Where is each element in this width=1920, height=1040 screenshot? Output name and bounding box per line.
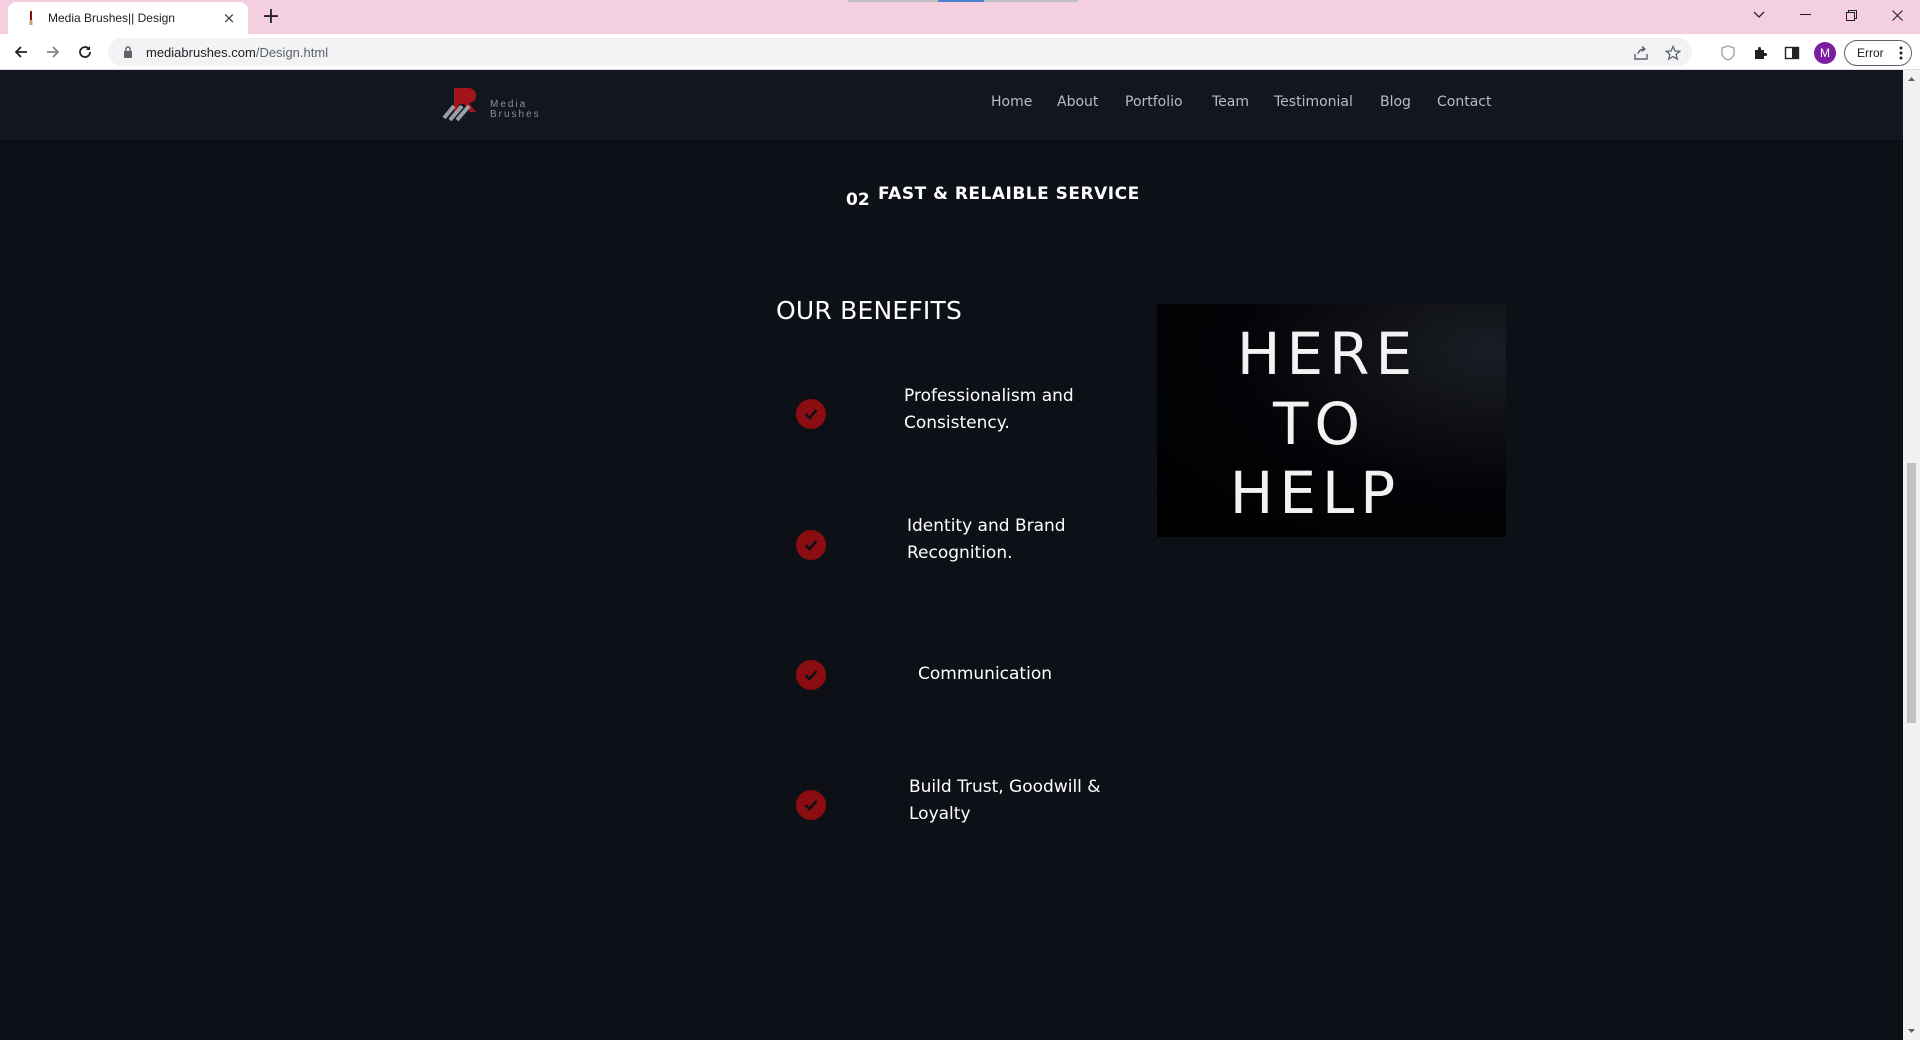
nav-testimonial[interactable]: Testimonial xyxy=(1274,94,1353,110)
service-title: FAST & RELAIBLE SERVICE xyxy=(878,184,1140,204)
service-number: 02 xyxy=(846,190,870,210)
close-window-icon[interactable] xyxy=(1874,0,1920,30)
benefit-line1: Professionalism and xyxy=(904,386,1074,406)
minimize-icon[interactable] xyxy=(1782,0,1828,30)
bookmark-star-icon[interactable] xyxy=(1664,44,1682,62)
reload-icon[interactable] xyxy=(72,39,98,65)
check-icon xyxy=(796,660,826,690)
shield-extension-icon[interactable] xyxy=(1718,43,1738,63)
tab-strip-indicator xyxy=(984,0,1078,2)
vertical-scrollbar[interactable] xyxy=(1903,70,1920,1040)
tab-strip-indicator xyxy=(848,0,938,2)
site-logo[interactable]: Media Brushes xyxy=(440,84,550,124)
nav-team[interactable]: Team xyxy=(1212,94,1249,110)
check-icon xyxy=(796,399,826,429)
tab-title: Media Brushes|| Design xyxy=(48,11,175,25)
tab-strip-indicator-active xyxy=(938,0,984,2)
logo-text: Media Brushes xyxy=(490,100,541,120)
benefit-line1: Communication xyxy=(918,664,1052,684)
close-tab-icon[interactable]: × xyxy=(220,9,238,27)
side-panel-icon[interactable] xyxy=(1782,43,1802,63)
logo-text-line2: Brushes xyxy=(490,109,541,120)
browser-tab-bar: Media Brushes|| Design × + xyxy=(0,0,1920,34)
benefit-text: Build Trust, Goodwill & Loyalty xyxy=(909,774,1101,828)
web-page: Media Brushes Home About Portfolio Team … xyxy=(0,70,1903,1040)
check-icon xyxy=(796,530,826,560)
puzzle-extensions-icon[interactable] xyxy=(1750,43,1770,63)
nav-contact[interactable]: Contact xyxy=(1437,94,1491,110)
sync-error-label: Error xyxy=(1857,46,1884,60)
benefit-text: Identity and Brand Recognition. xyxy=(907,513,1066,567)
check-icon xyxy=(796,790,826,820)
benefit-line1: Build Trust, Goodwill & xyxy=(909,777,1101,797)
benefit-line2: Recognition. xyxy=(907,543,1013,563)
nav-blog[interactable]: Blog xyxy=(1380,94,1411,110)
tab-search-chevron-icon[interactable] xyxy=(1736,0,1782,30)
url-host: mediabrushes.com xyxy=(146,44,256,60)
benefit-text: Communication xyxy=(918,661,1052,688)
back-arrow-icon[interactable] xyxy=(8,39,34,65)
nav-portfolio[interactable]: Portfolio xyxy=(1125,94,1183,110)
new-tab-button[interactable]: + xyxy=(258,4,284,30)
benefit-text: Professionalism and Consistency. xyxy=(904,383,1074,437)
url-path: /Design.html xyxy=(255,44,329,60)
here-to-help-image: HERE TO HELP xyxy=(1157,304,1506,537)
browser-toolbar: mediabrushes.com/Design.html M Error xyxy=(0,34,1920,70)
scroll-down-arrow-icon[interactable] xyxy=(1907,1026,1916,1036)
address-bar[interactable]: mediabrushes.com/Design.html xyxy=(108,38,1692,66)
scrollbar-thumb[interactable] xyxy=(1907,463,1916,723)
image-text-line: TO xyxy=(1272,390,1367,458)
more-menu-icon[interactable] xyxy=(1899,46,1903,63)
nav-home[interactable]: Home xyxy=(991,94,1032,110)
restore-icon[interactable] xyxy=(1828,0,1874,30)
image-text-line: HERE xyxy=(1236,320,1419,388)
media-brushes-logo-icon xyxy=(442,88,476,122)
sync-error-button[interactable]: Error xyxy=(1844,40,1912,66)
forward-arrow-icon[interactable] xyxy=(40,39,66,65)
browser-tab[interactable]: Media Brushes|| Design × xyxy=(8,2,248,34)
image-text-line: HELP xyxy=(1229,459,1402,527)
share-icon[interactable] xyxy=(1632,44,1650,62)
benefit-line2: Consistency. xyxy=(904,413,1010,433)
brush-favicon-icon xyxy=(24,11,38,25)
scroll-up-arrow-icon[interactable] xyxy=(1907,74,1916,84)
nav-about[interactable]: About xyxy=(1057,94,1098,110)
benefit-line1: Identity and Brand xyxy=(907,516,1066,536)
benefit-line2: Loyalty xyxy=(909,804,971,824)
lock-icon[interactable] xyxy=(122,46,134,58)
site-header: Media Brushes Home About Portfolio Team … xyxy=(0,70,1903,140)
profile-avatar[interactable]: M xyxy=(1814,42,1836,64)
benefits-title: OUR BENEFITS xyxy=(776,296,963,325)
